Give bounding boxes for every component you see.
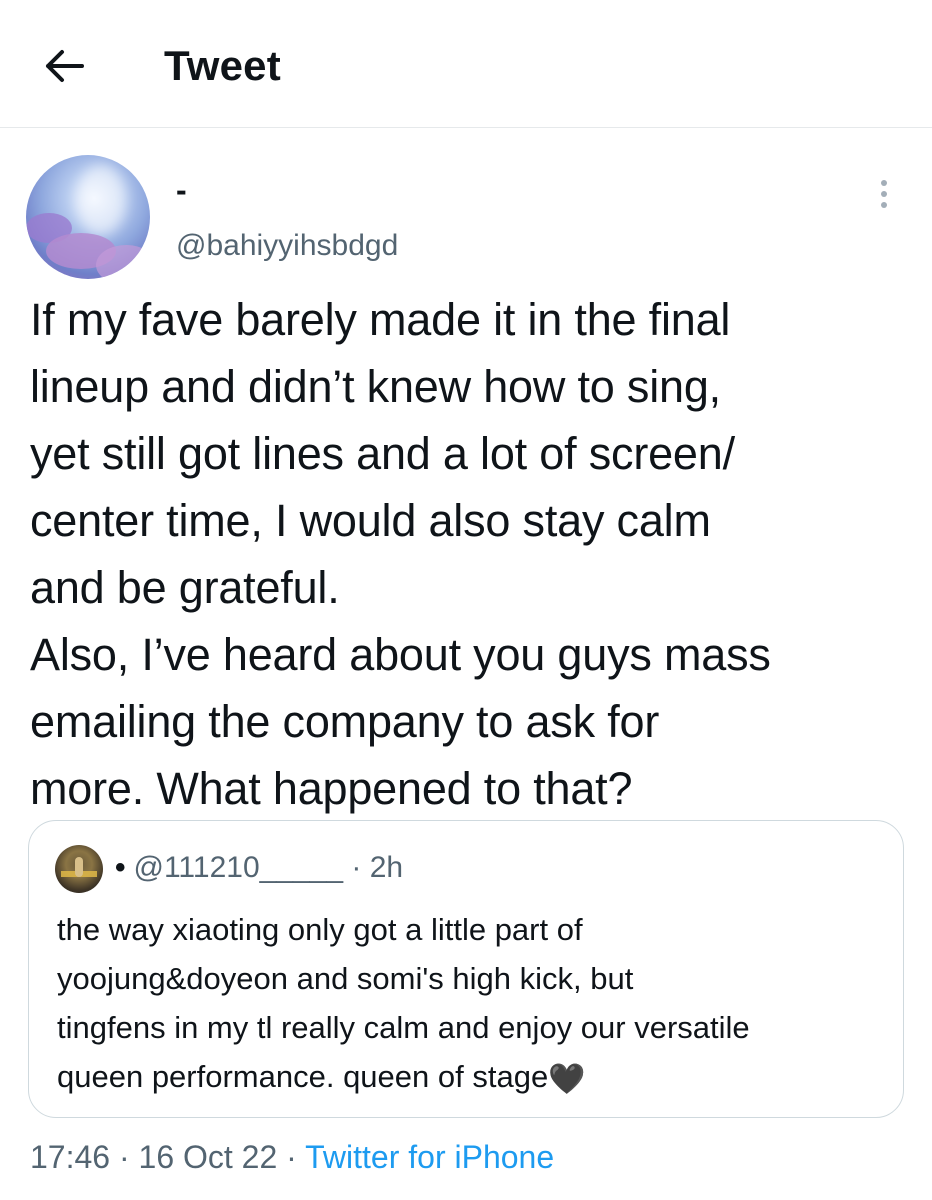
- quoted-tweet-card[interactable]: • @111210_____ · 2h the way xiaoting only…: [28, 820, 904, 1118]
- quoted-tweet-text: the way xiaoting only got a little part …: [57, 905, 897, 1104]
- quoted-tweet-meta: • @111210_____ · 2h: [115, 847, 403, 889]
- quoted-handle: @111210_____: [133, 851, 344, 884]
- tweet-text: If my fave barely made it in the final l…: [30, 294, 771, 814]
- quoted-time-ago: · 2h: [351, 851, 404, 884]
- arrow-left-icon: [46, 50, 84, 82]
- separator: ·: [286, 1139, 297, 1175]
- black-heart-icon: 🖤: [548, 1063, 586, 1096]
- author-handle[interactable]: @bahiyyihsbdgd: [176, 226, 398, 266]
- quoted-avatar: [55, 845, 103, 893]
- back-button[interactable]: [36, 38, 92, 94]
- tweet-header: Tweet: [0, 0, 932, 128]
- tweet-time[interactable]: 17:46: [30, 1139, 110, 1175]
- more-options-button[interactable]: [862, 172, 906, 216]
- tweet-date[interactable]: 16 Oct 22: [139, 1139, 278, 1175]
- avatar[interactable]: [26, 155, 150, 279]
- author-display-name[interactable]: -: [176, 170, 187, 210]
- bullet-separator: •: [115, 851, 126, 884]
- tweet-timestamp-row: 17:46 · 16 Oct 22 · Twitter for iPhone: [30, 1134, 554, 1180]
- more-vertical-icon: [881, 180, 887, 186]
- separator: ·: [118, 1139, 130, 1175]
- page-title: Tweet: [164, 42, 281, 89]
- quoted-text-body: the way xiaoting only got a little part …: [57, 912, 750, 1094]
- tweet-source-link[interactable]: Twitter for iPhone: [305, 1139, 554, 1175]
